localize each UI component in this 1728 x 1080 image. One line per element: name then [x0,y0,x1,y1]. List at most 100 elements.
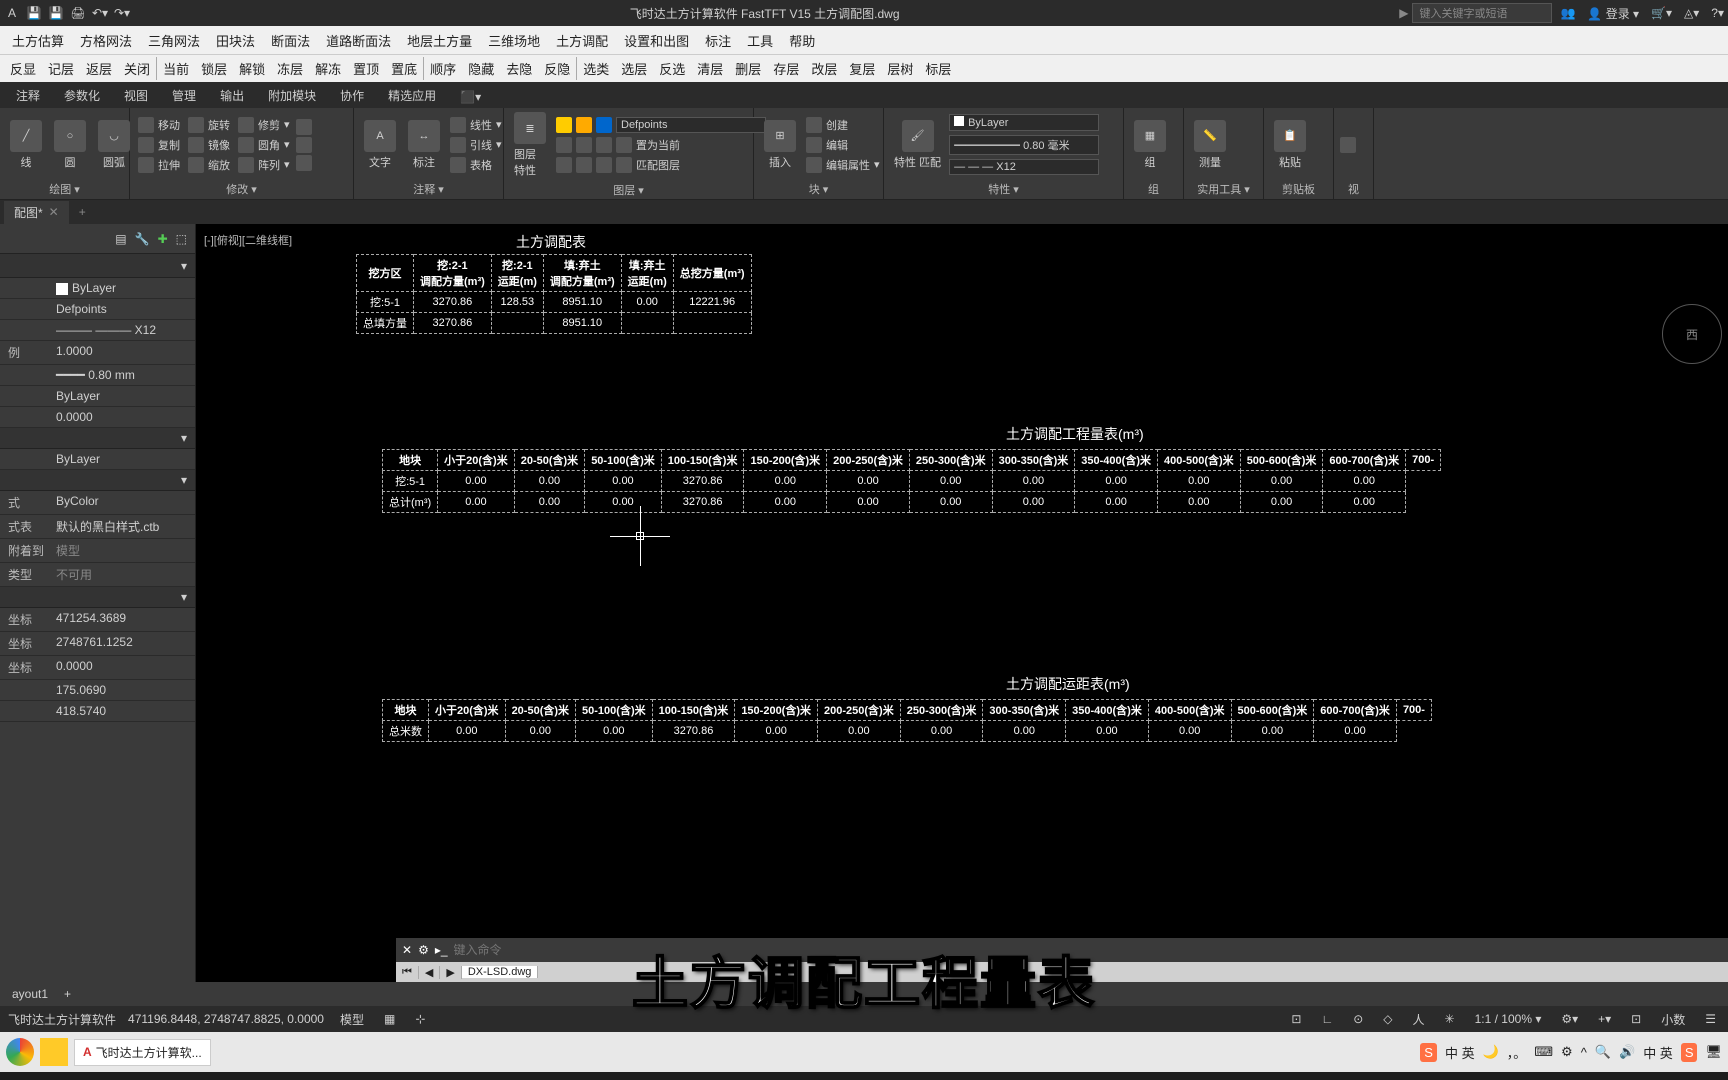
toolbar-button[interactable]: 置顶 [347,57,385,80]
insert-button[interactable]: ⊞插入 [760,118,800,172]
toolbar-button[interactable]: 解冻 [309,57,347,80]
array-button[interactable]: 阵列 ▾ [236,156,292,174]
ime-lang[interactable]: 中 英 [1445,1043,1475,1062]
toolbar-button[interactable]: 标层 [919,57,957,80]
toolbar-button[interactable]: 选层 [615,57,653,80]
add-icon[interactable]: ✚ [158,232,168,246]
arc-button[interactable]: ◡圆弧 [94,118,134,172]
explorer-icon[interactable] [40,1038,68,1066]
drawing-canvas[interactable]: [-][俯视][二维线框] 土方调配表 挖方区挖:2-1调配方量(m³)挖:2-… [196,224,1728,982]
ribbon-tab[interactable]: 管理 [160,83,208,108]
layout-tab[interactable]: ayout1 [4,984,56,1004]
explode-icon[interactable] [296,137,312,153]
toolbar-button[interactable]: 改层 [805,57,843,80]
mirror-button[interactable]: 镜像 [186,136,232,154]
group-button[interactable]: ▦组 [1130,118,1170,172]
menu-icon[interactable]: ☰ [1701,1012,1720,1026]
fillet-button[interactable]: 圆角 ▾ [236,136,292,154]
gear-icon[interactable]: ⚙▾ [1557,1012,1582,1026]
ime-icon[interactable]: 中 英 [1643,1043,1673,1062]
menu-item[interactable]: 道路断面法 [318,27,399,54]
layer-combo[interactable]: Defpoints [616,117,766,133]
sogou-icon[interactable]: S [1420,1043,1437,1062]
menu-item[interactable]: 三维场地 [480,27,548,54]
taskbar-app[interactable]: A飞时达土方计算软... [74,1039,211,1066]
polar-icon[interactable]: ⊙ [1349,1012,1367,1026]
linetype-combo[interactable]: — — — X12 [949,159,1099,175]
toolbar-button[interactable]: 冻层 [271,57,309,80]
new-tab-button[interactable]: + [71,202,94,222]
leader-button[interactable]: 引线 ▾ [448,136,504,154]
ribbon-tab[interactable]: 精选应用 [376,83,448,108]
cmd-history-icon[interactable]: ⚙ [418,943,429,957]
toolbar-button[interactable]: 反显 [4,57,42,80]
lineweight-combo[interactable]: ━━━━━━ 0.80 毫米 [949,135,1099,155]
menu-item[interactable]: 工具 [739,27,781,54]
menu-item[interactable]: 帮助 [781,27,823,54]
grid-icon[interactable]: ▦ [380,1012,399,1026]
scale-button[interactable]: 缩放 [186,156,232,174]
volume-icon[interactable]: 🔊 [1619,1044,1635,1060]
dim-button[interactable]: ↔标注 [404,118,444,172]
section-toggle[interactable]: ▾ [0,470,195,491]
toolbar-button[interactable]: 关闭 [118,57,156,80]
trim-button[interactable]: 修剪 ▾ [236,116,292,134]
match-layer-button[interactable]: 匹配图层 [554,156,768,174]
toolbar-button[interactable]: 去隐 [500,57,538,80]
comma-icon[interactable]: ，。 [1507,1043,1527,1062]
help-search[interactable]: 键入关键字或短语 [1412,3,1552,23]
nav-next[interactable]: ▶ [440,966,461,979]
help-icon[interactable]: ?▾ [1711,6,1724,20]
search-play-icon[interactable]: ▶ [1399,6,1408,20]
nav-prev[interactable]: ◀ [419,966,440,979]
osnap-icon[interactable]: ⊡ [1287,1012,1305,1026]
chrome-icon[interactable] [6,1038,34,1066]
copy-button[interactable]: 复制 [136,136,182,154]
linear-button[interactable]: 线性 ▾ [448,116,504,134]
move-button[interactable]: 移动 [136,116,182,134]
toolbar-button[interactable]: 顺序 [423,57,462,80]
scale-icon[interactable]: ✳ [1441,1012,1459,1026]
view-icon[interactable] [1340,137,1356,153]
ribbon-tab[interactable]: 协作 [328,83,376,108]
menu-item[interactable]: 断面法 [263,27,318,54]
login-button[interactable]: 👤 登录 ▾ [1587,5,1639,22]
plus-icon[interactable]: +▾ [1594,1012,1615,1026]
toolbar-button[interactable]: 层树 [881,57,919,80]
viewport-label[interactable]: [-][俯视][二维线框] [204,232,292,248]
precision-display[interactable]: 小数 [1657,1011,1689,1028]
share-icon[interactable]: 👥 [1560,6,1575,20]
toolbar-button[interactable]: 记层 [42,57,80,80]
toolbar-button[interactable]: 反选 [653,57,691,80]
app-icon[interactable]: A [4,5,20,21]
close-tab-icon[interactable]: ✕ [49,205,59,219]
stretch-button[interactable]: 拉伸 [136,156,182,174]
close-cmd-icon[interactable]: ✕ [402,943,412,957]
menu-item[interactable]: 地层土方量 [399,27,480,54]
saveas-icon[interactable]: 💾 [48,5,64,21]
menu-item[interactable]: 设置和出图 [616,27,697,54]
monitor-icon[interactable]: 🖥 [1705,1044,1722,1060]
toolbar-button[interactable]: 删层 [729,57,767,80]
toolbar-button[interactable]: 选类 [576,57,615,80]
select-icon[interactable]: ▤ [115,232,126,246]
gear-tray-icon[interactable]: ⚙ [1561,1044,1573,1060]
menu-item[interactable]: 土方调配 [548,27,616,54]
sogou-tray-icon[interactable]: S [1681,1043,1698,1062]
toolbar-button[interactable]: 解锁 [233,57,271,80]
ribbon-tab[interactable]: 附加模块 [256,83,328,108]
section-toggle[interactable]: ▾ [0,428,195,449]
menu-item[interactable]: 三角网法 [140,27,208,54]
undo-icon[interactable]: ↶▾ [92,5,108,21]
search-tray-icon[interactable]: 🔍 [1595,1044,1611,1060]
workspace-switch[interactable]: ⬛▾ [448,86,493,108]
anno-icon[interactable]: 人 [1409,1011,1429,1028]
ribbon-tab[interactable]: 参数化 [52,83,112,108]
section-toggle[interactable]: ▾ [0,587,195,608]
ribbon-tab[interactable]: 视图 [112,83,160,108]
menu-item[interactable]: 方格网法 [72,27,140,54]
toolbar-button[interactable]: 存层 [767,57,805,80]
paste-button[interactable]: 📋粘贴 [1270,118,1310,172]
toolbar-button[interactable]: 反隐 [538,57,576,80]
selection-dropdown[interactable]: ▾ [0,254,195,278]
